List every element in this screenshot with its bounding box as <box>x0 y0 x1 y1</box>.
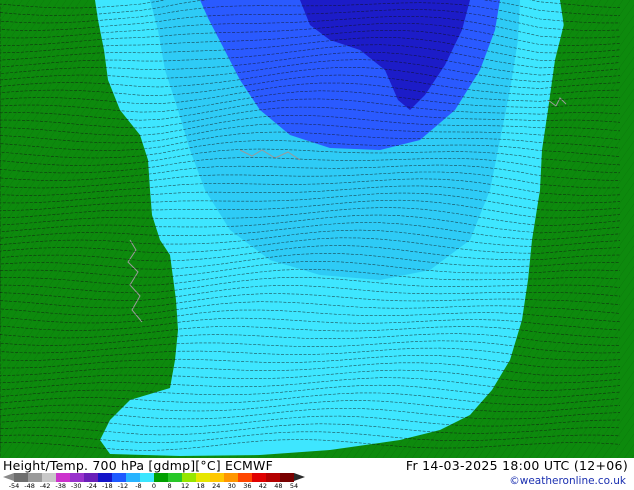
legend-swatch <box>56 473 70 482</box>
legend-swatch <box>112 473 126 482</box>
legend-tick: -30 <box>70 482 82 490</box>
legend-tick: -8 <box>135 482 142 490</box>
legend-tick: -54 <box>8 482 20 490</box>
legend-tick: 24 <box>212 482 221 490</box>
legend-min-arrow <box>3 473 14 481</box>
legend-swatch <box>14 473 28 482</box>
legend-swatch <box>42 473 56 482</box>
legend-tick: -42 <box>39 482 51 490</box>
legend-tick: -12 <box>117 482 129 490</box>
legend-tick-labels: -54 -48 -42 -38 -30 -24 -18 -12 -8 0 8 12 18 24 30 36 42… <box>9 482 304 490</box>
weather-map-page: Height/Temp. 700 hPa [gdmp][°C] ECMWF Fr… <box>0 0 634 490</box>
legend-swatch <box>182 473 196 482</box>
legend-tick: 12 <box>180 482 190 490</box>
valid-time: Fr 14-03-2025 18:00 UTC (12+06) <box>405 458 628 473</box>
legend-swatch <box>126 473 140 482</box>
map-title: Height/Temp. 700 hPa [gdmp][°C] ECMWF <box>3 458 273 473</box>
legend-tick: 54 <box>289 482 299 490</box>
legend-swatch <box>252 473 266 482</box>
legend-swatch <box>84 473 98 482</box>
map-svg <box>0 0 634 458</box>
legend-swatch <box>266 473 280 482</box>
color-legend <box>14 473 294 482</box>
legend-swatch <box>196 473 210 482</box>
legend-tick: 42 <box>258 482 268 490</box>
legend-swatch <box>154 473 168 482</box>
credit-link[interactable]: ©weatheronline.co.uk <box>509 475 626 487</box>
legend-swatch <box>168 473 182 482</box>
legend-tick: -38 <box>55 482 66 490</box>
legend-tick: -48 <box>24 482 35 490</box>
legend-tick: 36 <box>243 482 252 490</box>
legend-tick: 18 <box>196 482 205 490</box>
legend-tick: 48 <box>274 482 283 490</box>
legend-swatch <box>28 473 42 482</box>
legend-tick: -18 <box>102 482 113 490</box>
legend-swatch <box>238 473 252 482</box>
legend-tick: 30 <box>227 482 236 490</box>
map-canvas <box>0 0 634 458</box>
legend-max-arrow <box>294 473 305 481</box>
legend-swatch <box>210 473 224 482</box>
legend-swatch <box>224 473 238 482</box>
legend-tick: 8 <box>167 482 172 490</box>
legend-tick: 0 <box>151 482 157 490</box>
map-footer: Height/Temp. 700 hPa [gdmp][°C] ECMWF Fr… <box>0 458 634 490</box>
legend-swatch <box>140 473 154 482</box>
legend-swatch <box>280 473 294 482</box>
legend-tick: -24 <box>86 482 98 490</box>
legend-swatch <box>98 473 112 482</box>
legend-swatch <box>70 473 84 482</box>
